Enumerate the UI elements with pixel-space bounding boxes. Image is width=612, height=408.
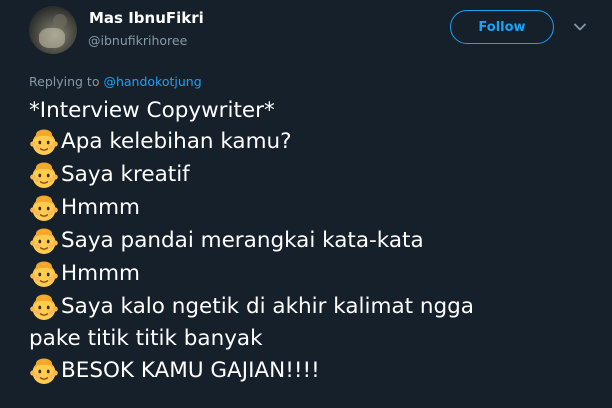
tweet-line-text: Apa kelebihan kamu? (61, 129, 292, 154)
follow-button[interactable]: Follow (450, 10, 554, 44)
reply-mention-link[interactable]: @handokotjung (103, 74, 201, 89)
tweet-line-text: pake titik titik banyak (29, 326, 263, 351)
baby-face-icon (29, 160, 59, 190)
reply-prefix: Replying to (29, 74, 100, 89)
display-name[interactable]: Mas IbnuFikri (89, 9, 204, 27)
tweet-line: *Interview Copywriter* (29, 96, 589, 125)
tweet-line: Hmmm (29, 257, 589, 290)
tweet-line: BESOK KAMU GAJIAN!!!! (29, 354, 589, 387)
baby-face-icon (29, 292, 59, 322)
tweet-line-text: BESOK KAMU GAJIAN!!!! (61, 358, 320, 383)
tweet-line: pake titik titik banyak (29, 323, 589, 354)
baby-face-icon (29, 193, 59, 223)
chevron-down-icon[interactable] (573, 20, 587, 34)
tweet-text: *Interview Copywriter* Apa kelebihan kam… (29, 96, 589, 387)
baby-face-icon (29, 259, 59, 289)
tweet-line: Saya kreatif (29, 158, 589, 191)
tweet-line-text: Hmmm (61, 195, 140, 220)
reply-context: Replying to @handokotjung (29, 74, 202, 89)
baby-face-icon (29, 127, 59, 157)
tweet-line-text: Saya kalo ngetik di akhir kalimat ngga (61, 294, 474, 319)
baby-face-icon (29, 226, 59, 256)
tweet-line-text: Saya kreatif (61, 162, 190, 187)
tweet-line: Saya pandai merangkai kata-kata (29, 224, 589, 257)
tweet-line-text: Hmmm (61, 261, 140, 286)
baby-face-icon (29, 356, 59, 386)
user-handle[interactable]: @ibnufikrihoree (88, 33, 187, 48)
tweet-line: Apa kelebihan kamu? (29, 125, 589, 158)
avatar[interactable] (29, 6, 77, 54)
tweet-line-text: *Interview Copywriter* (29, 98, 275, 123)
tweet-line-text: Saya pandai merangkai kata-kata (61, 228, 424, 253)
tweet-line: Saya kalo ngetik di akhir kalimat ngga (29, 290, 589, 323)
tweet-line: Hmmm (29, 191, 589, 224)
